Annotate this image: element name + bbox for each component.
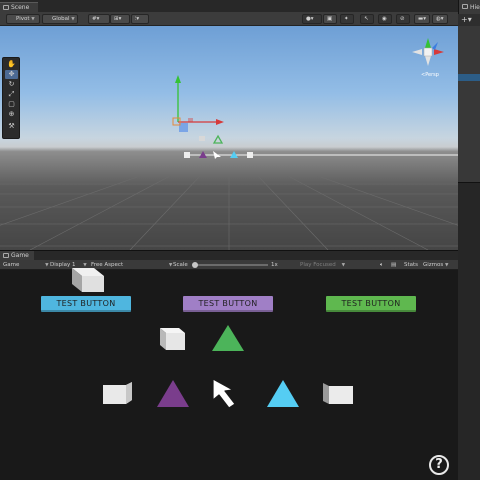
increment-snap-button[interactable]: ⫶▾ [131,14,149,24]
rect-icon[interactable]: ▢ [5,100,18,109]
scene-cube-left[interactable] [184,152,190,158]
scale-icon[interactable]: ⤢ [5,90,18,99]
scene-cube-top[interactable] [199,136,205,141]
tool-palette: ✋ ✥ ↻ ⤢ ▢ ⊕ ⚒ [2,57,20,139]
game-tab-icon [3,253,9,258]
scene-tab-icon [3,5,9,10]
add-object-icon[interactable]: +▾ [461,15,472,24]
hierarchy-list[interactable] [458,26,480,182]
hierarchy-tab-label: Hie [470,4,480,11]
hierarchy-tab[interactable]: Hie [458,0,480,14]
audio-icon: ↖ [364,16,369,22]
gizmos-dropdown[interactable]: Gizmos ▼ [423,261,448,270]
hierarchy-selected-row[interactable] [458,74,480,81]
gizmos-label: Gizmos [423,262,444,268]
hand-icon[interactable]: ✋ [5,60,18,69]
custom-tool-icon[interactable]: ⚒ [5,122,18,131]
global-caret-icon: ▼ [71,17,75,22]
game-objects [103,325,353,409]
stats-button[interactable]: Stats [404,261,418,269]
scene-toolbar: Pivot ▼ Global ▼ #▾ ⊞▾ ⫶▾ ●▾ ▣ ✦ ↖ ◉ ⊘ ▬… [0,12,458,26]
camera-button[interactable]: ▬▾ [414,14,430,24]
camera-icon: ▬▾ [418,16,426,22]
move-icon[interactable]: ✥ [5,70,18,79]
scene-cube-right[interactable] [247,152,253,158]
game-tab-label: Game [11,252,29,259]
play-focused-dropdown[interactable]: Play Focused ▼ [300,261,345,270]
lighting-icon: ✦ [344,16,349,22]
game-triangle-purple[interactable] [157,380,189,407]
play-focused-caret-icon: ▼ [341,263,346,268]
gizmos-icon: ◍▾ [436,16,444,22]
help-icon[interactable]: ? [429,455,449,475]
scene-tab-label: Scene [11,4,30,11]
effects-toggle[interactable]: ◉ [378,14,392,24]
scene-viewport[interactable]: <Persp ✋ ✥ ↻ ⤢ ▢ ⊕ ⚒ [0,26,458,250]
pivot-dropdown[interactable]: Pivot ▼ [6,14,40,24]
game-cube-top[interactable] [160,328,185,350]
play-focused-label: Play Focused [300,262,336,268]
global-dropdown[interactable]: Global ▼ [42,14,78,24]
cursor-arrow-icon[interactable] [212,378,236,409]
draw-mode-icon: ●▾ [306,16,314,22]
scene-tab-bar [0,0,458,12]
inspector-panel [458,182,480,480]
hierarchy-tab-icon [462,4,468,9]
game-triangle-cyan[interactable] [267,380,299,407]
game-cube-left[interactable] [103,382,132,404]
gizmos-button[interactable]: ◍▾ [432,14,448,24]
audio-toggle[interactable]: ↖ [360,14,374,24]
mute-audio-icon[interactable]: 🔈︎ [380,261,383,269]
effects-icon: ◉ [382,16,387,22]
hidden-objects-icon: ⊘ [400,16,405,22]
grid-icon: #▾ [92,16,100,22]
transform-icon[interactable]: ⊕ [5,110,18,119]
hidden-objects-toggle[interactable]: ⊘ [396,14,410,24]
game-tab[interactable]: Game [0,251,34,260]
scene-objects [172,75,458,159]
scale-slider-track[interactable] [194,264,268,266]
scale-label: Scale [173,262,188,268]
game-tab-bar [0,250,458,260]
rotate-icon[interactable]: ↻ [5,80,18,89]
shortcuts-icon[interactable]: ▤ [391,261,396,269]
game-mode-label: Game [3,262,20,268]
game-triangle-green[interactable] [212,325,244,351]
scene-tab[interactable]: Scene [0,2,38,12]
lighting-toggle[interactable]: ✦ [340,14,354,24]
scale-value: 1x [271,262,278,268]
scene-triangle-green[interactable] [212,134,224,144]
move-gizmo[interactable] [172,75,224,132]
pivot-label: Pivot [16,16,30,22]
global-label: Global [52,16,70,22]
pivot-caret-icon: ▼ [31,17,35,22]
grid-visibility-icon: ⊞▾ [114,16,122,22]
2d-icon: ▣ [327,16,333,22]
game-cube-right[interactable] [323,383,353,404]
grid-visibility-button[interactable]: ⊞▾ [110,14,130,24]
game-mode-dropdown[interactable]: Game ▼ [3,261,49,270]
grid-snap-button[interactable]: #▾ [88,14,110,24]
gizmos-caret-icon: ▼ [445,263,449,268]
draw-mode-button[interactable]: ●▾ [302,14,322,24]
hierarchy-toolbar: +▾ [458,14,480,26]
scale-slider-knob[interactable] [192,262,198,268]
aspect-caret-icon: ▼ [168,263,173,268]
svg-text:<Persp: <Persp [421,72,439,78]
game-mode-caret-icon: ▼ [45,263,49,268]
increment-snap-icon: ⫶▾ [135,16,140,22]
scene-gizmo-icon[interactable]: <Persp [408,34,448,80]
2d-toggle[interactable]: ▣ [323,14,337,24]
